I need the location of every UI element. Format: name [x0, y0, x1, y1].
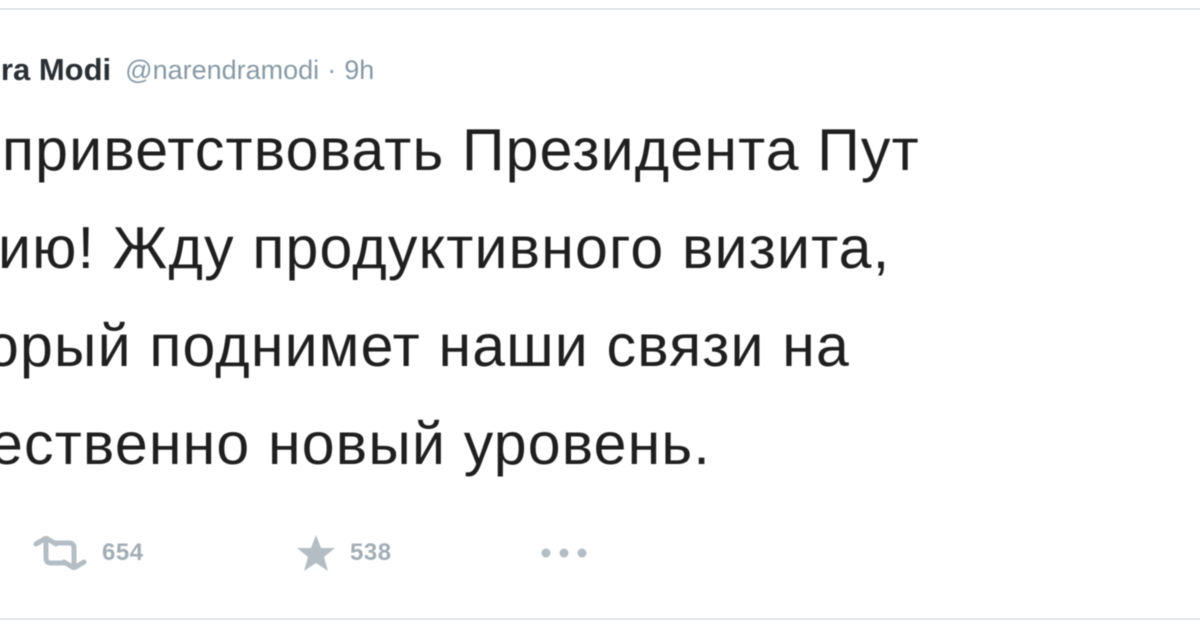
tweet-card: dra Modi @narendramodi · 9h приветствова…	[0, 0, 1200, 630]
tweet-header: dra Modi @narendramodi · 9h	[0, 50, 374, 90]
retweet-count: 654	[102, 539, 144, 566]
tweet-text-line: ию! Жду продуктивного визита,	[0, 215, 891, 281]
tweet-timestamp[interactable]: 9h	[344, 55, 374, 86]
favorite-button[interactable]: 538	[296, 530, 392, 576]
retweet-button[interactable]: 654	[32, 530, 144, 576]
tweet-text-line: ественно новый уровень.	[0, 411, 711, 477]
bottom-divider	[0, 618, 1200, 620]
tweet-actions: 654 538	[0, 530, 1200, 576]
author-display-name[interactable]: dra Modi	[0, 52, 111, 88]
more-button[interactable]	[540, 530, 588, 576]
favorite-count: 538	[350, 539, 392, 566]
more-dots-icon	[540, 547, 588, 559]
top-divider	[0, 8, 1200, 10]
star-icon	[296, 534, 336, 572]
tweet-text-line: приветствовать Президента Пут	[2, 117, 920, 183]
tweet-text-line: орый поднимет наши связи на	[0, 313, 851, 379]
author-screen-name[interactable]: @narendramodi	[125, 55, 319, 86]
retweet-icon	[32, 536, 88, 570]
header-separator: ·	[327, 54, 337, 85]
